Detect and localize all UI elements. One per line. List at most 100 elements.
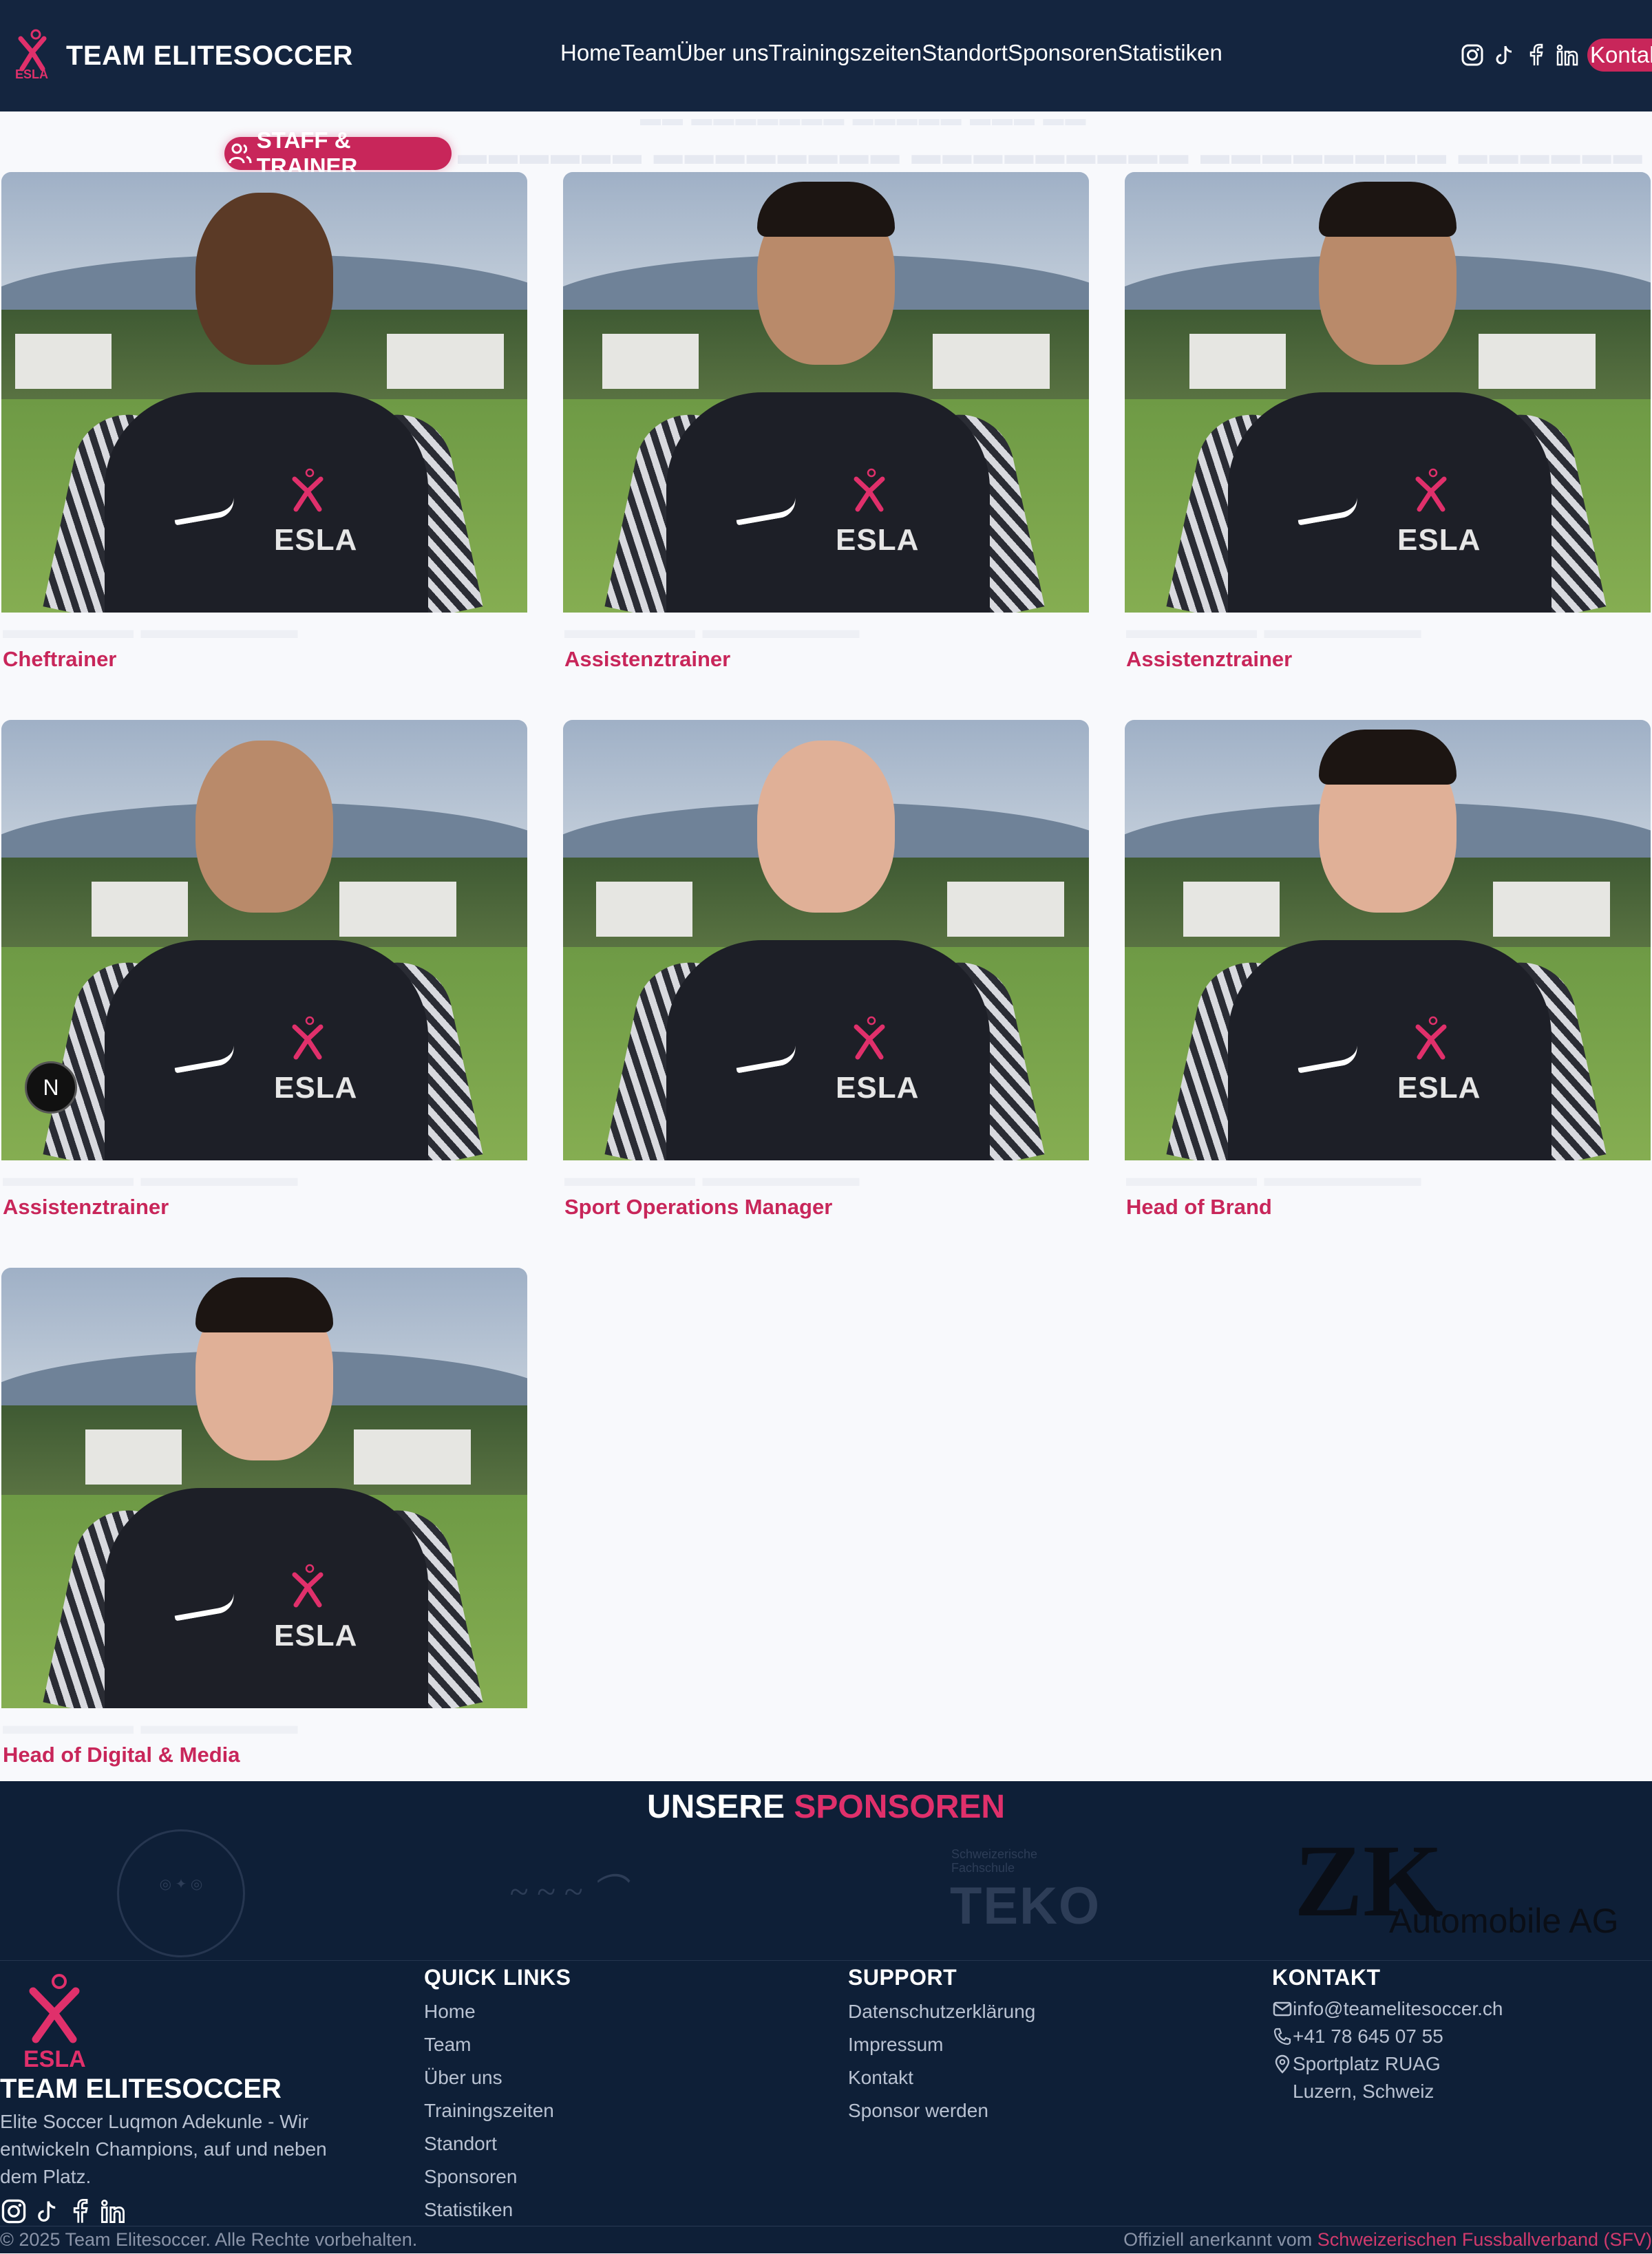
contact-title: KONTAKT [1272, 1965, 1381, 1990]
sponsor-logo-teko[interactable]: TEKO [950, 1876, 1101, 1936]
footer-link-team[interactable]: Team [424, 2028, 571, 2061]
staff-name-faded: ▬▬▬▬▬ ▬▬▬▬▬▬ [1126, 615, 1421, 644]
nav-location[interactable]: Standort [922, 40, 1008, 66]
contact-phone[interactable]: +41 78 645 07 55 [1272, 2023, 1503, 2050]
instagram-icon[interactable] [1459, 42, 1485, 68]
staff-card[interactable]: ESLA ▬▬▬▬▬ ▬▬▬▬▬▬ Head of Brand [1125, 720, 1651, 1220]
contact-address-line2: Luzern, Schweiz [1293, 2081, 1434, 2102]
nav-home[interactable]: Home [560, 40, 621, 66]
staff-card[interactable]: ESLA ▬▬▬▬▬ ▬▬▬▬▬▬ Assistenztrainer [563, 172, 1089, 672]
logo-text: ESLA [15, 67, 49, 81]
contact-column: KONTAKT info@teamelitesoccer.ch +41 78 6… [1272, 1961, 1503, 2105]
footer-link-training-times[interactable]: Trainingszeiten [424, 2094, 571, 2127]
staff-photo: ESLA [563, 172, 1089, 613]
staff-role: Assistenztrainer [3, 1195, 169, 1219]
mail-icon [1272, 1999, 1293, 2019]
sponsors-title: UNSERE SPONSOREN [0, 1788, 1652, 1826]
main-nav: Home Team Über uns Trainingszeiten Stand… [560, 40, 1222, 66]
linkedin-icon[interactable] [99, 2198, 127, 2225]
tiktok-icon[interactable] [33, 2198, 61, 2225]
linkedin-icon[interactable] [1554, 42, 1580, 68]
footer-link-imprint[interactable]: Impressum [848, 2028, 1035, 2061]
sponsor-logo-zk[interactable]: Automobile AG [1389, 1901, 1619, 1941]
staff-photo: ESLA [563, 720, 1089, 1160]
footer-brand-name: TEAM ELITESOCCER [0, 2074, 282, 2104]
staff-card[interactable]: ESLA ▬▬▬▬▬ ▬▬▬▬▬▬ Cheftrainer [1, 172, 527, 672]
quick-links-title: QUICK LINKS [424, 1965, 571, 1990]
official-prefix: Offiziell anerkannt vom [1123, 2229, 1313, 2250]
filter-staff-trainer[interactable]: STAFF & TRAINER [224, 127, 452, 179]
sfv-link[interactable]: Schweizerischen Fussballverband (SFV) [1317, 2229, 1652, 2250]
sponsor-logo-seal[interactable]: ◎ ✦ ◎ [117, 1829, 245, 1957]
contact-address: Sportplatz RUAG [1272, 2050, 1503, 2078]
nav-sponsors[interactable]: Sponsoren [1008, 40, 1118, 66]
support-title: SUPPORT [848, 1965, 957, 1990]
jersey-text: ESLA [274, 1619, 358, 1652]
footer-logo-text: ESLA [23, 2046, 86, 2072]
filter-ghost-text: ▬▬▬▬▬▬ ▬▬▬▬▬▬▬▬ ▬▬▬▬▬▬▬▬▬ ▬▬▬▬▬▬▬▬ ▬▬▬▬▬… [458, 138, 1644, 170]
staff-role: Cheftrainer [3, 647, 117, 671]
footer-link-sponsors[interactable]: Sponsoren [424, 2160, 571, 2193]
contact-phone-text: +41 78 645 07 55 [1293, 2026, 1443, 2047]
footer-description: Elite Soccer Luqmon Adekunle - Wir entwi… [0, 2111, 327, 2187]
staff-photo: ESLA [1, 720, 527, 1160]
official-recognition: Offiziell anerkannt vom Schweizerischen … [1123, 2229, 1652, 2251]
sponsor-logo-script[interactable]: ~ ~ ~ ⌒ [509, 1864, 626, 1913]
contact-button[interactable]: Kontakt [1587, 39, 1652, 72]
staff-card[interactable]: ESLA ▬▬▬▬▬ ▬▬▬▬▬▬ Sport Operations Manager [563, 720, 1089, 1220]
staff-role: Head of Digital & Media [3, 1743, 240, 1767]
footer-link-contact[interactable]: Kontakt [848, 2061, 1035, 2094]
brand-name: TEAM ELITESOCCER [66, 40, 353, 71]
footer-social [0, 2198, 127, 2225]
jersey-text: ESLA [836, 523, 920, 557]
header-social: Kontakt [1459, 39, 1652, 72]
site-header: ESLA TEAM ELITESOCCER Home Team Über uns… [0, 0, 1652, 111]
sponsors-section: UNSERE SPONSOREN ◎ ✦ ◎ ~ ~ ~ ⌒ Schweizer… [0, 1781, 1652, 1961]
staff-name-faded: ▬▬▬▬▬ ▬▬▬▬▬▬ [3, 1711, 298, 1740]
nav-training-times[interactable]: Trainingszeiten [769, 40, 922, 66]
staff-card[interactable]: ESLA ▬▬▬▬▬ ▬▬▬▬▬▬ Assistenztrainer [1125, 172, 1651, 672]
staff-card[interactable]: ESLA ▬▬▬▬▬ ▬▬▬▬▬▬ Assistenztrainer [1, 720, 527, 1220]
staff-name-faded: ▬▬▬▬▬ ▬▬▬▬▬▬ [3, 1163, 298, 1192]
n-badge[interactable]: N [25, 1061, 77, 1114]
footer-logo: ESLA [23, 1970, 86, 2074]
staff-name-faded: ▬▬▬▬▬ ▬▬▬▬▬▬ [1126, 1163, 1421, 1192]
staff-role: Head of Brand [1126, 1195, 1272, 1219]
instagram-icon[interactable] [0, 2198, 28, 2225]
sponsor-teko-subtitle: Schweizerische Fachschule [951, 1847, 1038, 1875]
contact-email[interactable]: info@teamelitesoccer.ch [1272, 1995, 1503, 2023]
staff-photo: ESLA [1125, 720, 1651, 1160]
footer-link-become-sponsor[interactable]: Sponsor werden [848, 2094, 1035, 2127]
footer-link-home[interactable]: Home [424, 1995, 571, 2028]
footer-link-about[interactable]: Über uns [424, 2061, 571, 2094]
esla-logo: ESLA [15, 26, 50, 85]
jersey-text: ESLA [1397, 1071, 1481, 1105]
nav-statistics[interactable]: Statistiken [1118, 40, 1222, 66]
jersey-text: ESLA [836, 1071, 920, 1105]
staff-name-faded: ▬▬▬▬▬ ▬▬▬▬▬▬ [3, 615, 298, 644]
jersey-text: ESLA [274, 1071, 358, 1105]
sponsors-title-pink: SPONSOREN [794, 1789, 1006, 1825]
footer-link-statistics[interactable]: Statistiken [424, 2193, 571, 2226]
staff-card[interactable]: ESLA ▬▬▬▬▬ ▬▬▬▬▬▬ Head of Digital & Media [1, 1268, 527, 1767]
staff-photo: ESLA [1, 172, 527, 613]
hero-ghost-text: ▬▬ ▬▬▬▬▬▬▬ ▬▬▬▬▬ ▬▬▬ ▬▬ [640, 107, 1088, 130]
site-footer: ESLA TEAM ELITESOCCER Elite Soccer Luqmo… [0, 1961, 1652, 2253]
brand[interactable]: ESLA TEAM ELITESOCCER [15, 26, 353, 85]
footer-link-location[interactable]: Standort [424, 2127, 571, 2160]
footer-bottom-bar: © 2025 Team Elitesoccer. Alle Rechte vor… [0, 2226, 1652, 2254]
staff-role: Assistenztrainer [1126, 647, 1293, 671]
footer-link-privacy[interactable]: Datenschutzerklärung [848, 1995, 1035, 2028]
staff-role: Assistenztrainer [564, 647, 731, 671]
contact-email-text: info@teamelitesoccer.ch [1293, 1998, 1503, 2019]
contact-address-line1: Sportplatz RUAG [1293, 2053, 1441, 2074]
facebook-icon[interactable] [66, 2198, 94, 2225]
staff-photo: ESLA [1125, 172, 1651, 613]
tiktok-icon[interactable] [1491, 42, 1517, 68]
map-pin-icon [1272, 2054, 1293, 2074]
staff-photo: ESLA [1, 1268, 527, 1708]
nav-team[interactable]: Team [621, 40, 677, 66]
sponsors-title-white: UNSERE [646, 1789, 785, 1825]
nav-about[interactable]: Über uns [677, 40, 769, 66]
facebook-icon[interactable] [1523, 42, 1549, 68]
